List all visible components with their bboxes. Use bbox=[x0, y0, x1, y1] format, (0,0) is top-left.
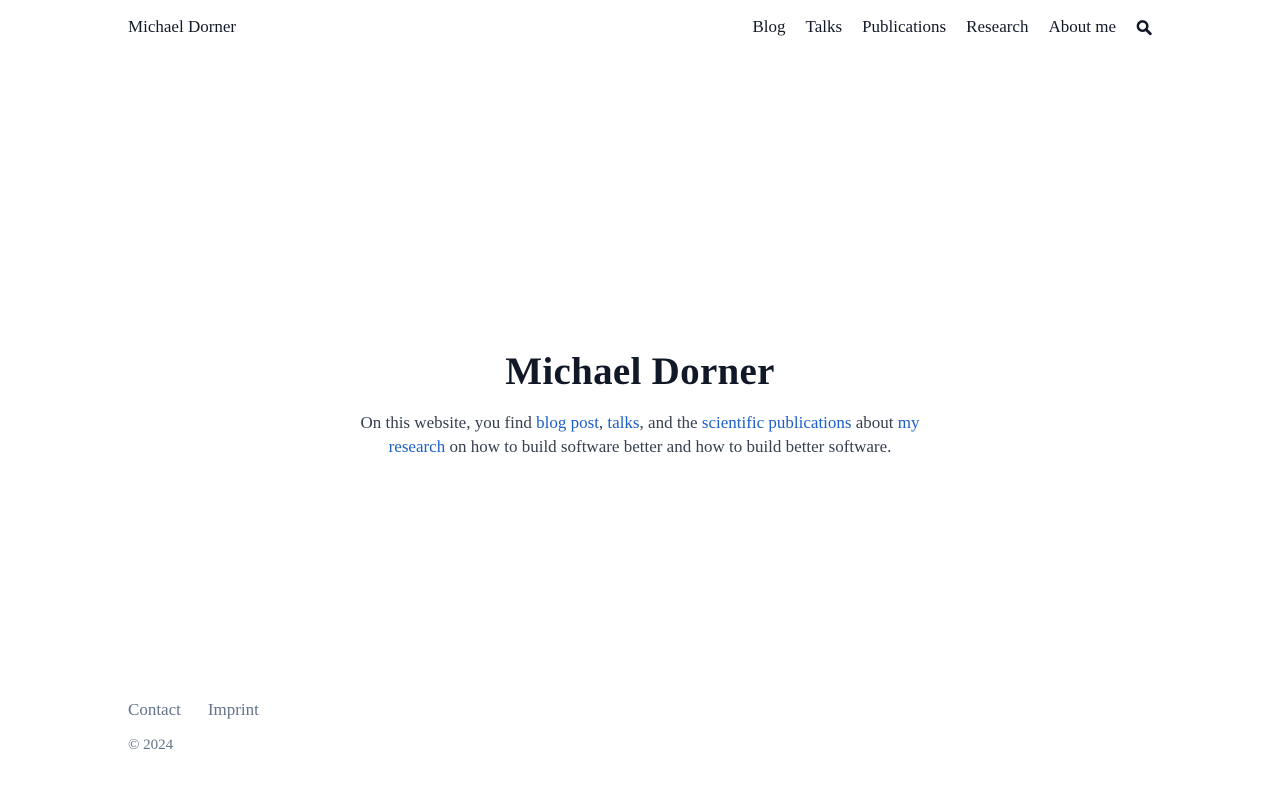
intro-text: on how to build software better and how … bbox=[445, 437, 892, 456]
talks-link[interactable]: talks bbox=[607, 413, 639, 432]
intro-text: about bbox=[851, 413, 898, 432]
main-nav: Blog Talks Publications Research About m… bbox=[732, 17, 1152, 37]
intro-text: , and the bbox=[639, 413, 702, 432]
imprint-link[interactable]: Imprint bbox=[208, 700, 259, 720]
search-icon[interactable] bbox=[1136, 18, 1152, 36]
page-title: Michael Dorner bbox=[505, 350, 775, 393]
site-footer: Contact Imprint © 2024 bbox=[128, 700, 286, 754]
nav-about-me[interactable]: About me bbox=[1048, 17, 1116, 37]
contact-link[interactable]: Contact bbox=[128, 700, 181, 720]
site-header: Michael Dorner Blog Talks Publications R… bbox=[128, 0, 1152, 54]
footer-links: Contact Imprint bbox=[128, 700, 286, 720]
nav-blog[interactable]: Blog bbox=[752, 17, 785, 37]
site-name-link[interactable]: Michael Dorner bbox=[128, 17, 236, 37]
copyright: © 2024 bbox=[128, 737, 174, 753]
intro-text: On this website, you find bbox=[360, 413, 537, 432]
nav-publications[interactable]: Publications bbox=[862, 17, 946, 37]
nav-talks[interactable]: Talks bbox=[806, 17, 843, 37]
hero-section: Michael Dorner On this website, you find… bbox=[0, 345, 1280, 459]
intro-paragraph: On this website, you find blog post, tal… bbox=[340, 411, 940, 459]
nav-research[interactable]: Research bbox=[966, 17, 1028, 37]
publications-link[interactable]: scientific publications bbox=[702, 413, 852, 432]
blog-post-link[interactable]: blog post bbox=[536, 413, 599, 432]
